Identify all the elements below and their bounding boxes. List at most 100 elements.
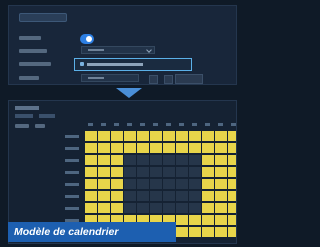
schedule-cell[interactable]: [111, 179, 123, 189]
schedule-cell[interactable]: [124, 131, 136, 141]
schedule-cell[interactable]: [111, 167, 123, 177]
settings-tab[interactable]: [19, 13, 67, 22]
schedule-cell[interactable]: [215, 179, 227, 189]
schedule-cell[interactable]: [150, 167, 162, 177]
schedule-cell[interactable]: [163, 167, 175, 177]
plus-icon[interactable]: [149, 75, 158, 84]
schedule-cell[interactable]: [85, 203, 97, 213]
schedule-cell[interactable]: [124, 155, 136, 165]
schedule-cell[interactable]: [137, 167, 149, 177]
schedule-cell[interactable]: [137, 143, 149, 153]
schedule-cell[interactable]: [189, 143, 201, 153]
schedule-cell[interactable]: [202, 167, 214, 177]
schedule-cell[interactable]: [189, 167, 201, 177]
schedule-cell[interactable]: [176, 143, 188, 153]
schedule-cell[interactable]: [163, 143, 175, 153]
schedule-cell[interactable]: [98, 191, 110, 201]
schedule-cell[interactable]: [215, 203, 227, 213]
calendar-tab-2[interactable]: [39, 114, 55, 118]
schedule-cell[interactable]: [176, 191, 188, 201]
schedule-cell[interactable]: [176, 203, 188, 213]
schedule-cell[interactable]: [202, 143, 214, 153]
schedule-cell[interactable]: [202, 131, 214, 141]
apply-button[interactable]: [175, 74, 203, 84]
schedule-cell[interactable]: [124, 179, 136, 189]
schedule-cell[interactable]: [163, 191, 175, 201]
schedule-cell[interactable]: [189, 203, 201, 213]
schedule-cell[interactable]: [228, 155, 236, 165]
schedule-cell[interactable]: [215, 191, 227, 201]
schedule-cell[interactable]: [98, 167, 110, 177]
schedule-cell[interactable]: [176, 131, 188, 141]
schedule-cell[interactable]: [189, 227, 201, 237]
mode-select[interactable]: [81, 46, 155, 54]
schedule-cell[interactable]: [228, 131, 236, 141]
schedule-cell[interactable]: [215, 143, 227, 153]
schedule-cell[interactable]: [176, 227, 188, 237]
schedule-cell[interactable]: [111, 131, 123, 141]
schedule-cell[interactable]: [85, 167, 97, 177]
schedule-cell[interactable]: [163, 155, 175, 165]
schedule-cell[interactable]: [150, 131, 162, 141]
schedule-cell[interactable]: [176, 155, 188, 165]
schedule-cell[interactable]: [163, 179, 175, 189]
minus-icon[interactable]: [164, 75, 173, 84]
schedule-cell[interactable]: [189, 179, 201, 189]
schedule-cell[interactable]: [228, 143, 236, 153]
schedule-cell[interactable]: [137, 179, 149, 189]
schedule-cell[interactable]: [215, 167, 227, 177]
schedule-cell[interactable]: [215, 155, 227, 165]
schedule-cell[interactable]: [163, 131, 175, 141]
schedule-cell[interactable]: [202, 227, 214, 237]
schedule-cell[interactable]: [228, 215, 236, 225]
schedule-cell[interactable]: [85, 179, 97, 189]
schedule-cell[interactable]: [111, 155, 123, 165]
schedule-cell[interactable]: [150, 179, 162, 189]
schedule-cell[interactable]: [137, 131, 149, 141]
schedule-cell[interactable]: [124, 191, 136, 201]
schedule-cell[interactable]: [215, 131, 227, 141]
schedule-cell[interactable]: [111, 203, 123, 213]
schedule-cell[interactable]: [150, 155, 162, 165]
schedule-cell[interactable]: [150, 203, 162, 213]
schedule-cell[interactable]: [202, 179, 214, 189]
schedule-cell[interactable]: [176, 215, 188, 225]
schedule-cell[interactable]: [98, 143, 110, 153]
schedule-cell[interactable]: [85, 155, 97, 165]
schedule-cell[interactable]: [137, 155, 149, 165]
schedule-cell[interactable]: [228, 203, 236, 213]
schedule-cell[interactable]: [85, 191, 97, 201]
schedule-template-link[interactable]: [74, 58, 192, 71]
schedule-cell[interactable]: [202, 155, 214, 165]
schedule-cell[interactable]: [189, 131, 201, 141]
schedule-cell[interactable]: [228, 179, 236, 189]
schedule-cell[interactable]: [111, 191, 123, 201]
schedule-cell[interactable]: [98, 179, 110, 189]
enable-toggle[interactable]: [80, 34, 94, 44]
schedule-cell[interactable]: [176, 179, 188, 189]
schedule-cell[interactable]: [137, 203, 149, 213]
schedule-cell[interactable]: [124, 203, 136, 213]
schedule-cell[interactable]: [163, 203, 175, 213]
schedule-cell[interactable]: [98, 155, 110, 165]
schedule-cell[interactable]: [124, 143, 136, 153]
schedule-cell[interactable]: [228, 191, 236, 201]
schedule-cell[interactable]: [98, 131, 110, 141]
schedule-cell[interactable]: [189, 191, 201, 201]
schedule-cell[interactable]: [202, 191, 214, 201]
schedule-cell[interactable]: [150, 191, 162, 201]
schedule-cell[interactable]: [176, 167, 188, 177]
schedule-cell[interactable]: [124, 167, 136, 177]
schedule-cell[interactable]: [228, 227, 236, 237]
copy-select[interactable]: [81, 74, 139, 82]
schedule-cell[interactable]: [98, 203, 110, 213]
schedule-cell[interactable]: [215, 215, 227, 225]
calendar-tab-1[interactable]: [15, 114, 33, 118]
schedule-cell[interactable]: [150, 143, 162, 153]
schedule-cell[interactable]: [137, 191, 149, 201]
schedule-cell[interactable]: [189, 215, 201, 225]
schedule-cell[interactable]: [85, 143, 97, 153]
schedule-cell[interactable]: [111, 143, 123, 153]
schedule-cell[interactable]: [189, 155, 201, 165]
schedule-cell[interactable]: [202, 215, 214, 225]
